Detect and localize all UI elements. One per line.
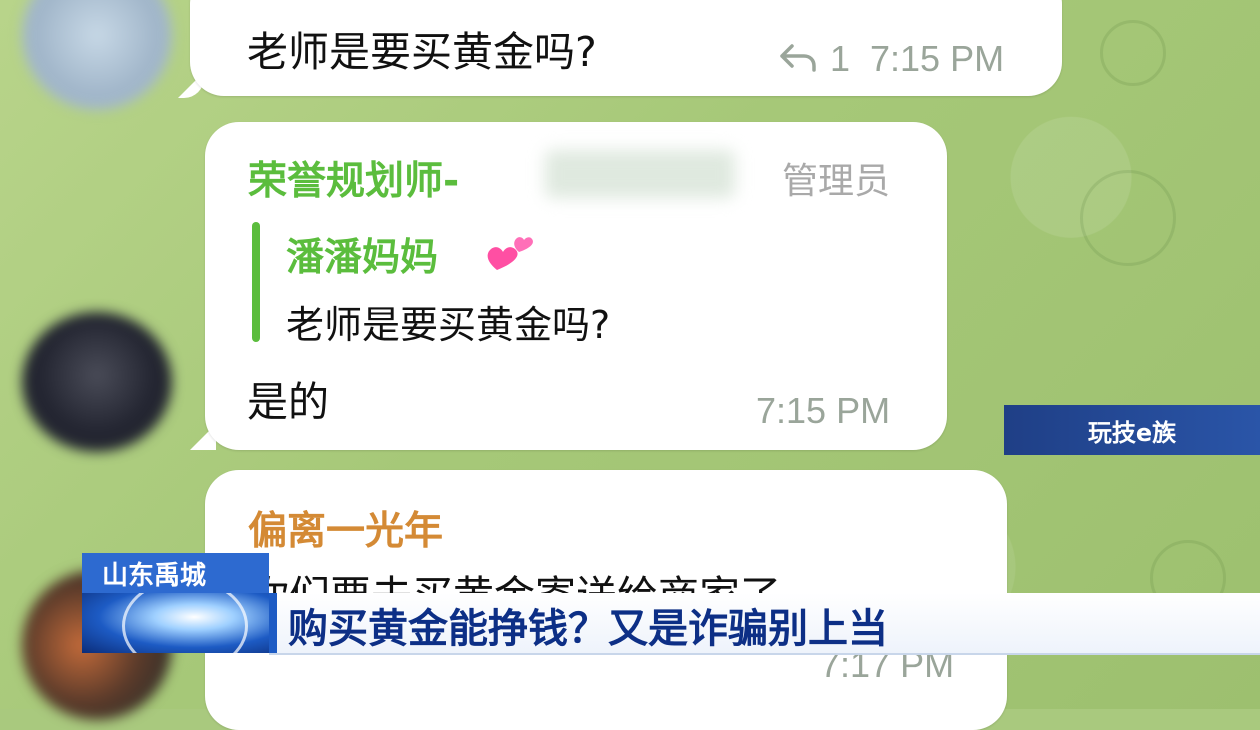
background-doodle <box>1080 170 1176 266</box>
globe-icon <box>82 593 269 653</box>
admin-badge: 管理员 <box>782 161 891 202</box>
background-doodle <box>1100 20 1166 86</box>
reply-count[interactable]: 1 <box>830 38 850 80</box>
news-headline: 购买黄金能挣钱？又是诈骗别上当 <box>288 606 888 652</box>
channel-logo: 玩技e族 <box>1004 405 1260 455</box>
quote-bar <box>252 222 260 342</box>
sender-name[interactable]: 荣誉规划师- <box>248 150 459 206</box>
message-time: 7:15 PM <box>756 390 891 431</box>
message-text: 老师是要买黄金吗? <box>247 28 597 76</box>
headline-accent <box>269 593 277 653</box>
message-text: 是的 <box>247 378 329 426</box>
avatar[interactable] <box>22 312 172 452</box>
sender-name[interactable]: 偏离一光年 <box>248 500 443 556</box>
quoted-text: 老师是要买黄金吗? <box>286 303 611 347</box>
message-time: 7:15 PM <box>870 38 1005 79</box>
location-label: 山东禹城 <box>82 553 269 593</box>
reply-arrow-icon <box>780 44 816 72</box>
quoted-sender-name[interactable]: 潘潘妈妈 <box>286 226 438 281</box>
blurred-sender-suffix <box>545 150 735 198</box>
heart-emoji-icon <box>487 237 533 270</box>
